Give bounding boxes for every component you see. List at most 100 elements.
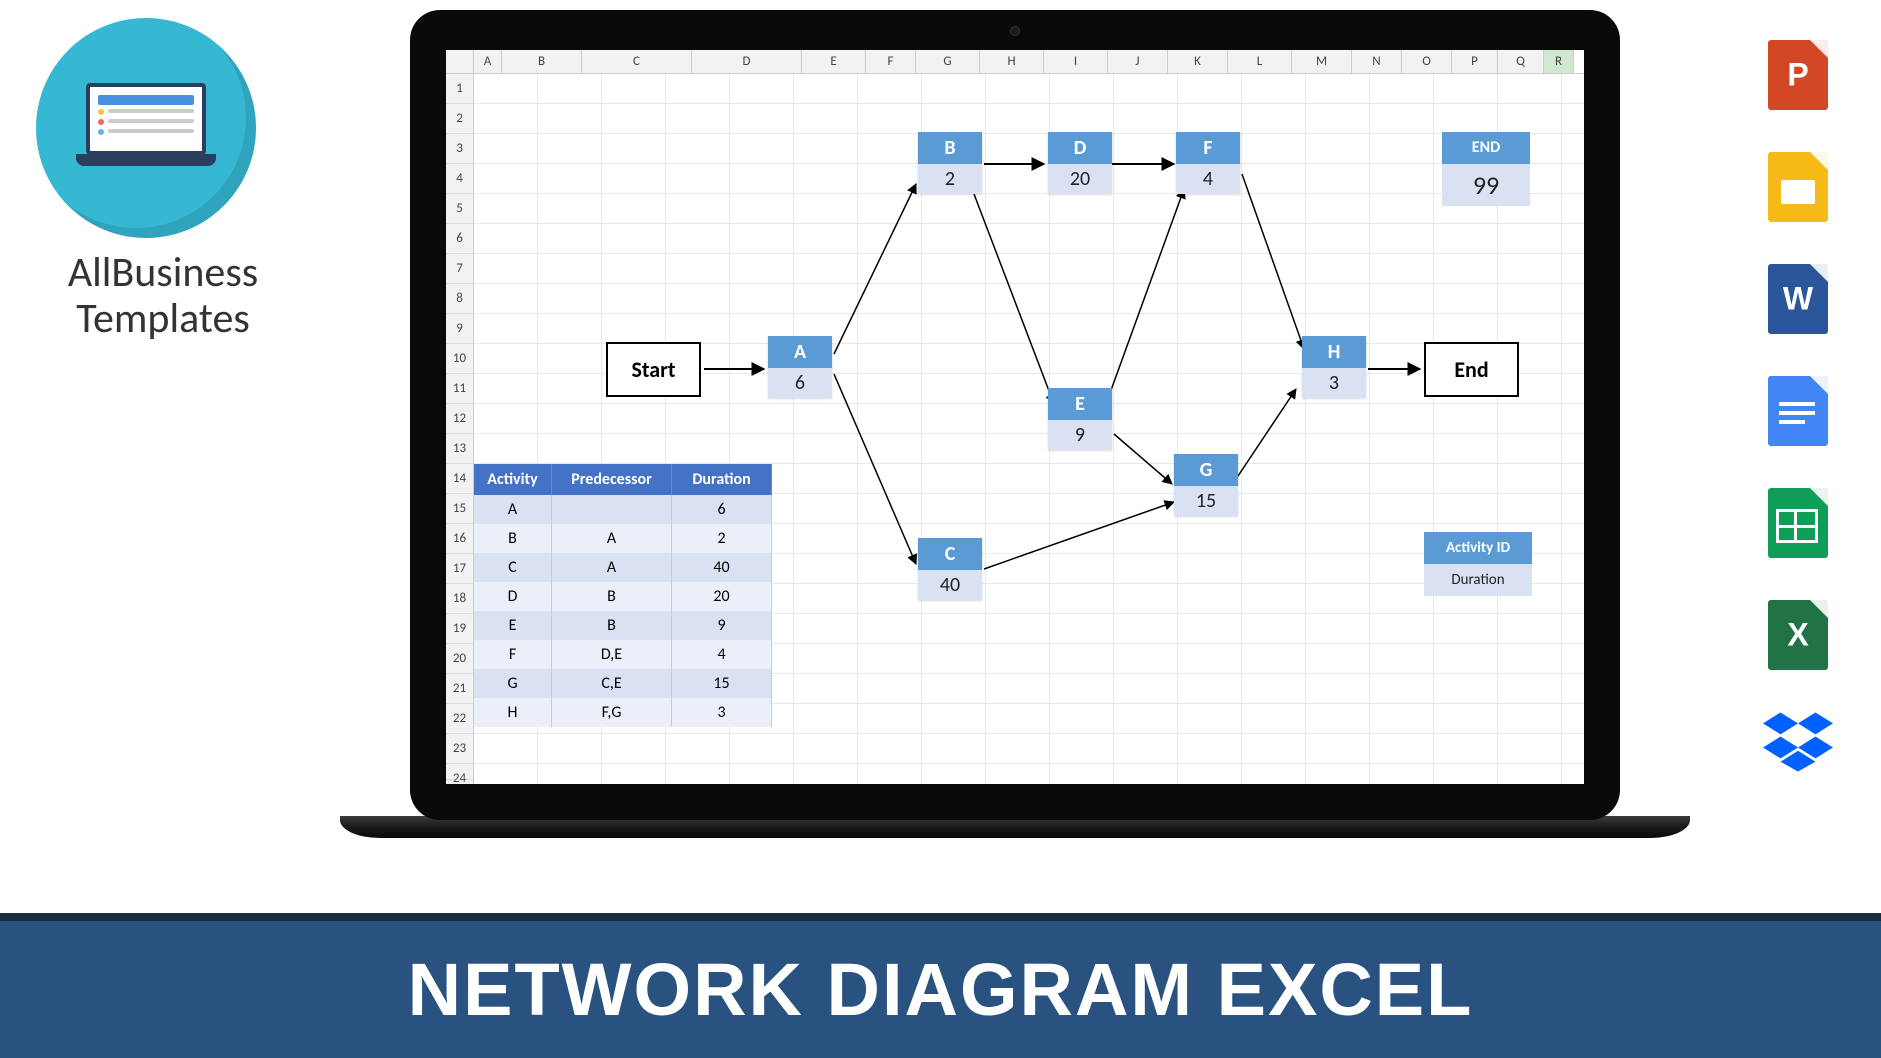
col-header[interactable]: Q <box>1498 50 1544 73</box>
brand-logo <box>36 18 256 238</box>
row-header[interactable]: 3 <box>446 134 473 164</box>
main-area: AllBusiness Templates A B C D E F G H I <box>0 0 1881 880</box>
brand-line2: Templates <box>76 293 250 344</box>
col-header[interactable]: G <box>916 50 980 73</box>
node-duration: 3 <box>1302 368 1366 398</box>
col-header[interactable]: R <box>1544 50 1574 73</box>
end-card-value: 99 <box>1442 164 1530 206</box>
brand-text: AllBusiness Templates <box>36 250 290 342</box>
col-header[interactable]: J <box>1108 50 1168 73</box>
dropbox-icon[interactable] <box>1763 712 1833 772</box>
row-header[interactable]: 11 <box>446 374 473 404</box>
laptop-mockup: A B C D E F G H I J K L M N O P Q <box>340 10 1690 880</box>
col-header[interactable]: M <box>1292 50 1352 73</box>
node-duration: 15 <box>1174 486 1238 516</box>
row-header[interactable]: 9 <box>446 314 473 344</box>
col-header[interactable]: N <box>1352 50 1402 73</box>
node-id: D <box>1048 132 1112 164</box>
row-header[interactable]: 17 <box>446 554 473 584</box>
row-header[interactable]: 2 <box>446 104 473 134</box>
row-header[interactable]: 22 <box>446 704 473 734</box>
row-header[interactable]: 8 <box>446 284 473 314</box>
row-header[interactable]: 18 <box>446 584 473 614</box>
row-header[interactable]: 19 <box>446 614 473 644</box>
col-header[interactable]: A <box>474 50 502 73</box>
node-c: C 40 <box>918 538 982 600</box>
table-row: D B 20 <box>474 582 772 611</box>
row-header[interactable]: 16 <box>446 524 473 554</box>
spreadsheet-cells[interactable]: Start End A 6 B 2 <box>474 74 1584 784</box>
row-header[interactable]: 12 <box>446 404 473 434</box>
node-h: H 3 <box>1302 336 1366 398</box>
node-duration: 9 <box>1048 420 1112 450</box>
excel-icon[interactable]: X <box>1763 600 1833 670</box>
row-header[interactable]: 20 <box>446 644 473 674</box>
end-label: End <box>1454 356 1488 383</box>
row-header[interactable]: 1 <box>446 74 473 104</box>
google-docs-icon[interactable] <box>1763 376 1833 446</box>
end-card: END 99 <box>1442 132 1530 206</box>
brand-column: AllBusiness Templates <box>0 0 290 880</box>
col-duration: Duration <box>672 464 772 495</box>
powerpoint-icon[interactable]: P <box>1763 40 1833 110</box>
legend-card: Activity ID Duration <box>1424 532 1532 596</box>
table-row: G C,E 15 <box>474 669 772 698</box>
col-header[interactable]: O <box>1402 50 1452 73</box>
node-id: G <box>1174 454 1238 486</box>
word-icon[interactable]: W <box>1763 264 1833 334</box>
start-box: Start <box>606 342 701 397</box>
node-duration: 6 <box>768 368 832 398</box>
col-header[interactable]: K <box>1168 50 1228 73</box>
node-id: B <box>918 132 982 164</box>
node-id: F <box>1176 132 1240 164</box>
table-row: E B 9 <box>474 611 772 640</box>
table-row: B A 2 <box>474 524 772 553</box>
col-header[interactable]: C <box>582 50 692 73</box>
node-d: D 20 <box>1048 132 1112 194</box>
file-format-icons: P W X <box>1763 40 1841 772</box>
column-headers: A B C D E F G H I J K L M N O P Q <box>446 50 1584 74</box>
row-header[interactable]: 14 <box>446 464 473 494</box>
google-sheets-icon[interactable] <box>1763 488 1833 558</box>
row-header[interactable]: 15 <box>446 494 473 524</box>
row-header[interactable]: 13 <box>446 434 473 464</box>
row-header[interactable]: 24 <box>446 764 473 780</box>
row-header[interactable]: 6 <box>446 224 473 254</box>
row-header[interactable]: 23 <box>446 734 473 764</box>
row-header[interactable]: 5 <box>446 194 473 224</box>
row-header[interactable]: 4 <box>446 164 473 194</box>
table-row: A 6 <box>474 495 772 524</box>
brand-line1: AllBusiness <box>68 247 258 298</box>
node-a: A 6 <box>768 336 832 398</box>
footer-title: NETWORK DIAGRAM EXCEL <box>408 947 1474 1032</box>
col-header[interactable]: F <box>866 50 916 73</box>
col-header[interactable]: H <box>980 50 1044 73</box>
row-header[interactable]: 21 <box>446 674 473 704</box>
select-all-corner[interactable] <box>446 50 474 73</box>
node-id: E <box>1048 388 1112 420</box>
laptop-bezel: A B C D E F G H I J K L M N O P Q <box>410 10 1620 820</box>
col-activity: Activity <box>474 464 552 495</box>
col-header[interactable]: B <box>502 50 582 73</box>
row-header[interactable]: 10 <box>446 344 473 374</box>
node-id: A <box>768 336 832 368</box>
table-row: C A 40 <box>474 553 772 582</box>
node-id: C <box>918 538 982 570</box>
google-slides-icon[interactable] <box>1763 152 1833 222</box>
col-header[interactable]: L <box>1228 50 1292 73</box>
camera-icon <box>1010 26 1020 36</box>
activity-table: Activity Predecessor Duration A 6 B <box>474 464 772 727</box>
col-header[interactable]: I <box>1044 50 1108 73</box>
brand-logo-laptop-icon <box>76 83 216 173</box>
legend-header: Activity ID <box>1424 532 1532 564</box>
col-header[interactable]: P <box>1452 50 1498 73</box>
row-header[interactable]: 7 <box>446 254 473 284</box>
table-row: F D,E 4 <box>474 640 772 669</box>
node-e: E 9 <box>1048 388 1112 450</box>
node-f: F 4 <box>1176 132 1240 194</box>
end-box: End <box>1424 342 1519 397</box>
node-duration: 4 <box>1176 164 1240 194</box>
start-label: Start <box>631 356 675 383</box>
col-header[interactable]: D <box>692 50 802 73</box>
col-header[interactable]: E <box>802 50 866 73</box>
